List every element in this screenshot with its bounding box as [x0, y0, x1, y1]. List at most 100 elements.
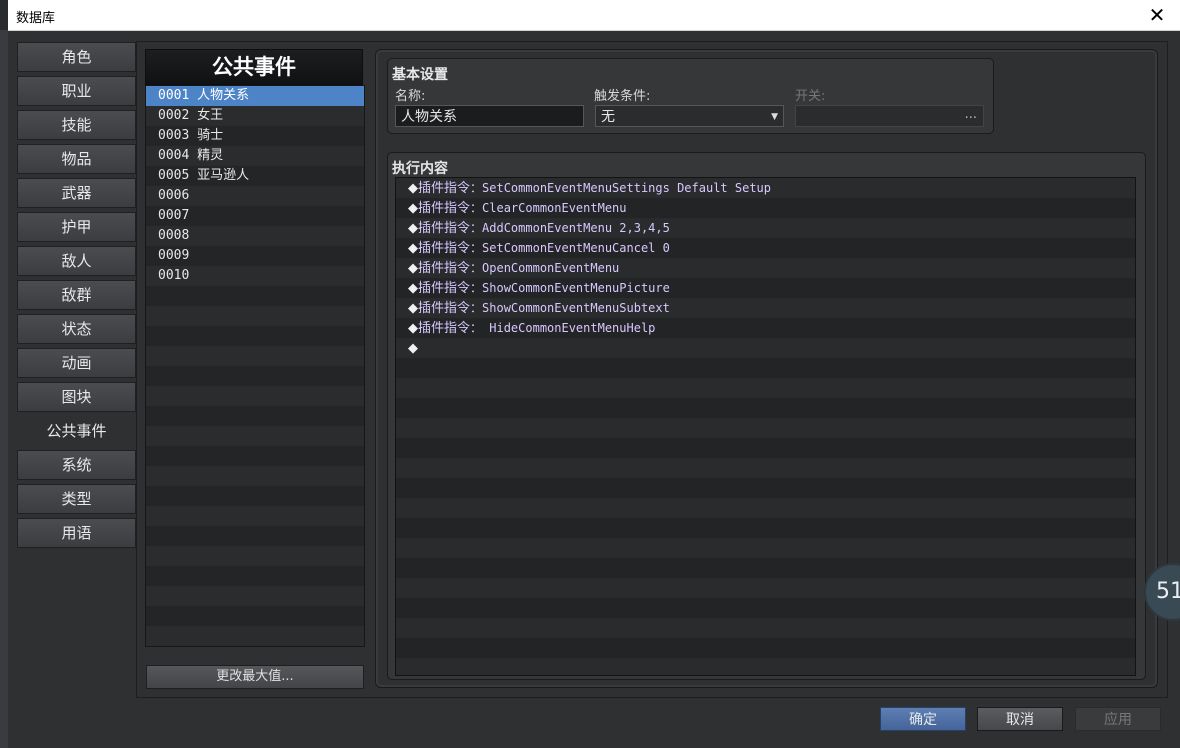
list-item[interactable]: 0009	[146, 246, 364, 266]
command-row[interactable]	[396, 378, 1135, 398]
list-item[interactable]: 0010	[146, 266, 364, 286]
command-row[interactable]	[396, 598, 1135, 618]
list-item[interactable]: 0002 女王	[146, 106, 364, 126]
command-row[interactable]: ◆	[396, 338, 1135, 358]
tab-6[interactable]: 敌人	[17, 246, 136, 276]
command-argument: ：OpenCommonEventMenu	[470, 261, 620, 275]
command-row[interactable]	[396, 418, 1135, 438]
command-row[interactable]: ◆插件指令：SetCommonEventMenuSettings Default…	[396, 178, 1135, 198]
command-row[interactable]	[396, 478, 1135, 498]
command-row[interactable]	[396, 438, 1135, 458]
command-row[interactable]	[396, 618, 1135, 638]
tab-10[interactable]: 图块	[17, 382, 136, 412]
list-item[interactable]	[146, 446, 364, 466]
command-list[interactable]: ◆插件指令：SetCommonEventMenuSettings Default…	[395, 177, 1136, 676]
list-item[interactable]	[146, 546, 364, 566]
list-item[interactable]	[146, 406, 364, 426]
list-item[interactable]: 0004 精灵	[146, 146, 364, 166]
tab-14[interactable]: 用语	[17, 518, 136, 548]
list-item[interactable]	[146, 586, 364, 606]
command-row[interactable]: ◆插件指令：SetCommonEventMenuCancel 0	[396, 238, 1135, 258]
chevron-down-icon: ▼	[771, 112, 778, 122]
tab-0[interactable]: 角色	[17, 42, 136, 72]
tab-5[interactable]: 护甲	[17, 212, 136, 242]
command-row[interactable]	[396, 398, 1135, 418]
command-row[interactable]	[396, 538, 1135, 558]
command-row[interactable]	[396, 498, 1135, 518]
list-item[interactable]	[146, 386, 364, 406]
list-item[interactable]: 0001 人物关系	[146, 86, 364, 106]
command-row[interactable]	[396, 578, 1135, 598]
command-row[interactable]: ◆插件指令： HideCommonEventMenuHelp	[396, 318, 1135, 338]
list-item[interactable]	[146, 506, 364, 526]
tab-9[interactable]: 动画	[17, 348, 136, 378]
database-window: 角色 职业 技能 物品 武器 护甲 敌人 敌群 状态 动画 图块 公共事件 系统 类型 用语 公共事件 00…	[8, 31, 1180, 748]
command-row[interactable]	[396, 658, 1135, 675]
close-icon[interactable]: ✕	[1134, 0, 1180, 30]
switch-field: ...	[795, 105, 984, 127]
list-item[interactable]	[146, 566, 364, 586]
tab-8[interactable]: 状态	[17, 314, 136, 344]
command-row[interactable]: ◆插件指令：ShowCommonEventMenuSubtext	[396, 298, 1135, 318]
ellipsis-button: ...	[964, 107, 977, 122]
command-row[interactable]: ◆插件指令：OpenCommonEventMenu	[396, 258, 1135, 278]
window-title: 数据库	[16, 11, 56, 26]
command-keyword: 插件指令	[418, 181, 471, 196]
command-argument: ：ShowCommonEventMenuPicture	[470, 281, 670, 295]
command-argument: ：AddCommonEventMenu 2,3,4,5	[470, 221, 670, 235]
diamond-icon: ◆	[408, 241, 418, 256]
list-item[interactable]	[146, 426, 364, 446]
list-item[interactable]	[146, 486, 364, 506]
list-item[interactable]	[146, 346, 364, 366]
trigger-select[interactable]: 无 ▼	[595, 105, 784, 127]
command-row[interactable]: ◆插件指令：ClearCommonEventMenu	[396, 198, 1135, 218]
command-row[interactable]	[396, 518, 1135, 538]
list-item[interactable]: 0003 骑士	[146, 126, 364, 146]
list-item[interactable]	[146, 286, 364, 306]
command-row[interactable]: ◆插件指令：AddCommonEventMenu 2,3,4,5	[396, 218, 1135, 238]
tab-2[interactable]: 技能	[17, 110, 136, 140]
basic-settings-title: 基本设置	[392, 67, 448, 83]
diamond-icon: ◆	[408, 301, 418, 316]
ok-button[interactable]: 确定	[880, 707, 966, 731]
cancel-button[interactable]: 取消	[977, 707, 1063, 731]
command-row[interactable]: ◆插件指令：ShowCommonEventMenuPicture	[396, 278, 1135, 298]
list-item[interactable]	[146, 326, 364, 346]
list-item[interactable]: 0006	[146, 186, 364, 206]
command-keyword: 插件指令	[418, 221, 471, 236]
list-item[interactable]: 0007	[146, 206, 364, 226]
list-item[interactable]	[146, 606, 364, 626]
execution-content-title: 执行内容	[392, 161, 448, 177]
list-item[interactable]: 0008	[146, 226, 364, 246]
tab-11[interactable]: 公共事件	[17, 416, 136, 446]
command-row[interactable]	[396, 638, 1135, 658]
command-argument: ：ClearCommonEventMenu	[470, 201, 627, 215]
name-label: 名称:	[395, 89, 426, 104]
diamond-icon: ◆	[408, 181, 418, 196]
list-item[interactable]	[146, 526, 364, 546]
common-event-list[interactable]: 0001 人物关系 0002 女王 0003 骑士 0004 精灵 0005 亚马逊人 0…	[145, 85, 365, 647]
list-item[interactable]	[146, 626, 364, 646]
tab-7[interactable]: 敌群	[17, 280, 136, 310]
tab-12[interactable]: 系统	[17, 450, 136, 480]
command-argument: ：SetCommonEventMenuSettings Default Setu…	[470, 181, 772, 195]
list-item[interactable]	[146, 366, 364, 386]
command-argument: ： HideCommonEventMenuHelp	[470, 321, 656, 335]
tab-3[interactable]: 物品	[17, 144, 136, 174]
command-row[interactable]	[396, 458, 1135, 478]
change-max-button[interactable]: 更改最大值...	[146, 665, 364, 689]
command-keyword: 插件指令	[418, 201, 471, 216]
command-keyword: 插件指令	[418, 301, 471, 316]
command-row[interactable]	[396, 558, 1135, 578]
switch-label: 开关:	[795, 89, 826, 104]
name-field[interactable]: 人物关系	[395, 105, 584, 127]
list-item[interactable]	[146, 466, 364, 486]
list-item[interactable]: 0005 亚马逊人	[146, 166, 364, 186]
event-list-header: 公共事件	[145, 49, 363, 85]
tab-13[interactable]: 类型	[17, 484, 136, 514]
command-keyword: 插件指令	[418, 321, 471, 336]
command-row[interactable]	[396, 358, 1135, 378]
list-item[interactable]	[146, 306, 364, 326]
tab-4[interactable]: 武器	[17, 178, 136, 208]
tab-1[interactable]: 职业	[17, 76, 136, 106]
